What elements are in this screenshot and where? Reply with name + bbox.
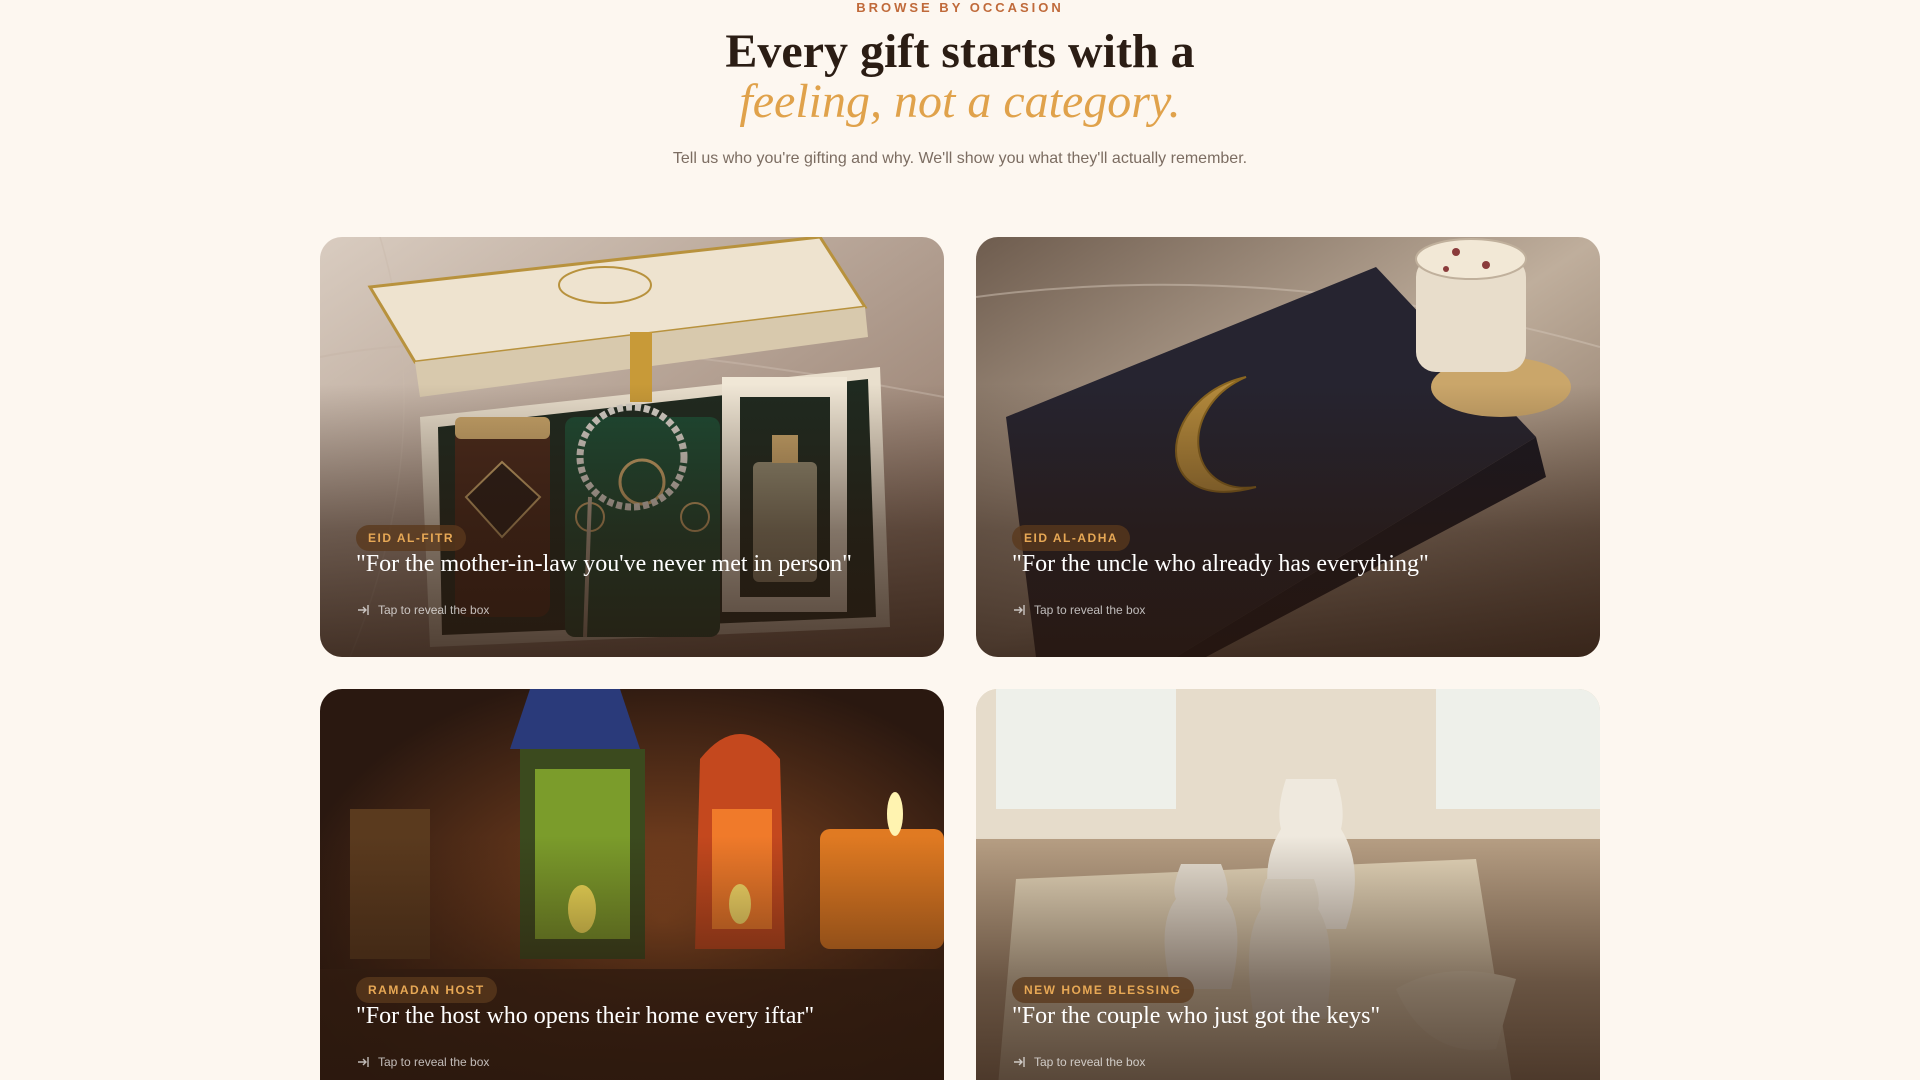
occasion-card-eid-al-fitr[interactable]: EID AL-FITR "For the mother-in-law you'v… xyxy=(320,237,944,657)
enter-arrow-icon xyxy=(1014,1057,1025,1067)
occasion-card-new-home-blessing[interactable]: NEW HOME BLESSING "For the couple who ju… xyxy=(976,689,1600,1080)
reveal-box-link[interactable]: Tap to reveal the box xyxy=(356,603,489,617)
occasion-tag: EID AL-FITR xyxy=(356,525,467,551)
card-quote: "For the couple who just got the keys" xyxy=(1012,1003,1381,1029)
card-quote: "For the host who opens their home every… xyxy=(356,1003,815,1029)
page-subtitle: Tell us who you're gifting and why. We'l… xyxy=(672,150,1248,167)
enter-arrow-icon xyxy=(358,605,369,615)
reveal-box-link[interactable]: Tap to reveal the box xyxy=(1012,1055,1145,1069)
card-quote: "For the mother-in-law you've never met … xyxy=(356,551,852,577)
reveal-box-label: Tap to reveal the box xyxy=(378,1055,490,1069)
occasion-tag: EID AL-ADHA xyxy=(1012,525,1131,551)
reveal-box-link[interactable]: Tap to reveal the box xyxy=(356,1055,489,1069)
occasion-section: BROWSE BY OCCASION Every gift starts wit… xyxy=(0,0,1920,1080)
occasion-tag: NEW HOME BLESSING xyxy=(1012,977,1194,1003)
section-eyebrow: BROWSE BY OCCASION xyxy=(856,0,1064,15)
occasion-tag: RAMADAN HOST xyxy=(356,977,497,1003)
reveal-box-label: Tap to reveal the box xyxy=(378,603,490,617)
enter-arrow-icon xyxy=(1014,605,1025,615)
occasion-card-ramadan-host[interactable]: RAMADAN HOST "For the host who opens the… xyxy=(320,689,944,1080)
reveal-box-link[interactable]: Tap to reveal the box xyxy=(1012,603,1145,617)
card-quote: "For the uncle who already has everythin… xyxy=(1012,551,1429,577)
page-title-accent: feeling, not a category. xyxy=(739,75,1181,128)
reveal-box-label: Tap to reveal the box xyxy=(1034,1055,1146,1069)
enter-arrow-icon xyxy=(358,1057,369,1067)
occasion-card-eid-al-adha[interactable]: EID AL-ADHA "For the uncle who already h… xyxy=(976,237,1600,657)
reveal-box-label: Tap to reveal the box xyxy=(1034,603,1146,617)
page-title: Every gift starts with a xyxy=(725,25,1195,78)
